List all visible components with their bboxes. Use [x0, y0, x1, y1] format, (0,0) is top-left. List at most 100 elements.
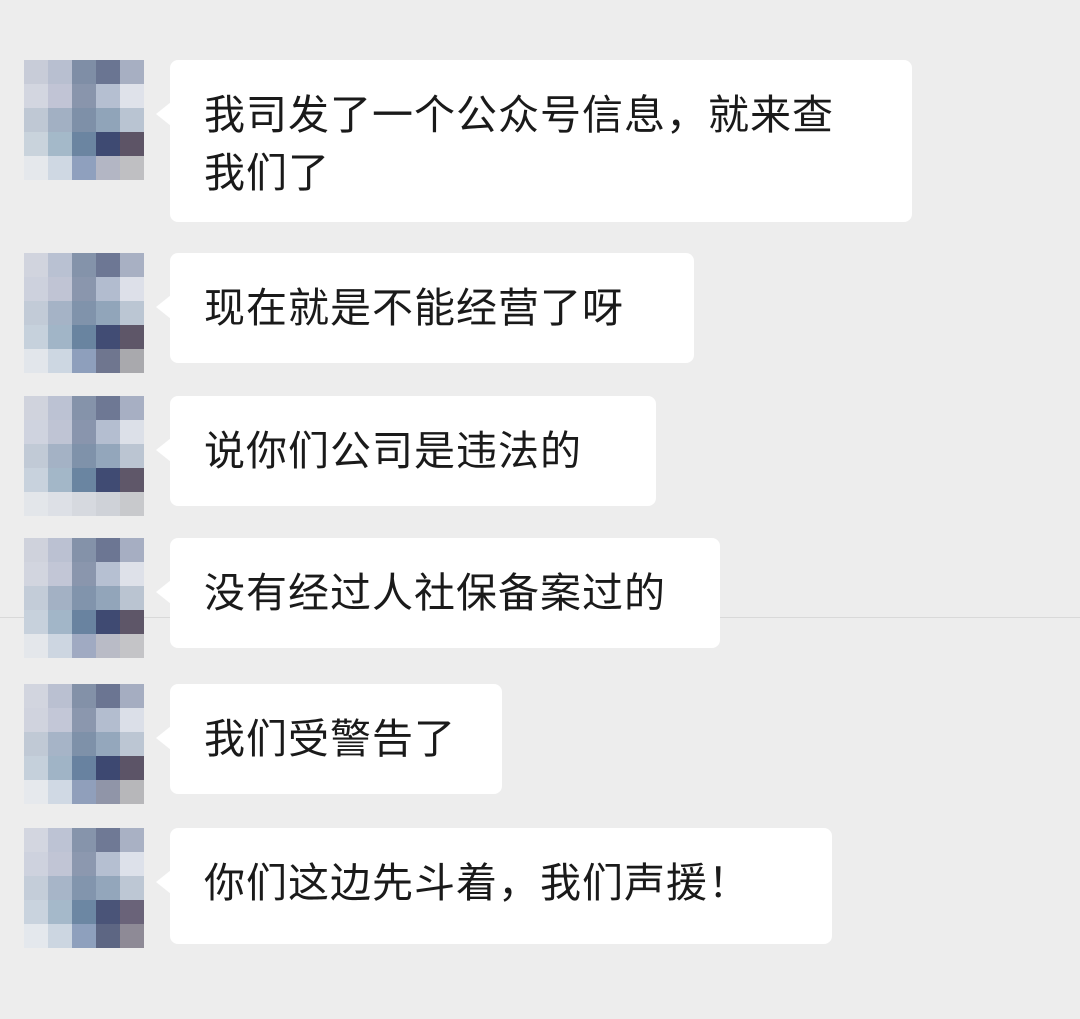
avatar-pixel [24, 420, 48, 444]
avatar-pixel [24, 538, 48, 562]
avatar-pixel [48, 468, 72, 492]
avatar-pixel [120, 708, 144, 732]
avatar-pixel [48, 420, 72, 444]
avatar-pixel [96, 634, 120, 658]
avatar-pixel [48, 108, 72, 132]
avatar-pixel [120, 108, 144, 132]
avatar-pixel [72, 277, 96, 301]
message-bubble[interactable]: 现在就是不能经营了呀 [156, 253, 694, 363]
avatar-pixel [96, 132, 120, 156]
avatar-pixel [48, 876, 72, 900]
avatar-pixel [72, 538, 96, 562]
avatar-pixel [96, 60, 120, 84]
avatar-pixel [24, 84, 48, 108]
message-bubble[interactable]: 没有经过人社保备案过的 [156, 538, 720, 648]
avatar-pixel [72, 708, 96, 732]
avatar-pixel [120, 396, 144, 420]
avatar-pixel [120, 349, 144, 373]
avatar-pixel [48, 492, 72, 516]
avatar[interactable] [24, 828, 144, 948]
avatar-pixel [24, 468, 48, 492]
avatar-pixel [120, 852, 144, 876]
avatar[interactable] [24, 253, 144, 373]
avatar-pixel [96, 301, 120, 325]
avatar-pixel [120, 586, 144, 610]
avatar-pixel [72, 325, 96, 349]
avatar-pixel [120, 634, 144, 658]
avatar-pixel [72, 492, 96, 516]
avatar-pixel [48, 325, 72, 349]
avatar-pixel [48, 538, 72, 562]
avatar-pixel [120, 444, 144, 468]
message-bubble[interactable]: 我司发了一个公众号信息，就来查 我们了 [156, 60, 912, 222]
avatar-pixel [24, 876, 48, 900]
avatar-pixel [72, 562, 96, 586]
avatar-pixel [96, 492, 120, 516]
avatar-pixel [120, 468, 144, 492]
avatar-pixel [48, 924, 72, 948]
avatar-pixel [96, 924, 120, 948]
avatar-pixel [120, 420, 144, 444]
avatar-pixel [72, 301, 96, 325]
message-bubble[interactable]: 说你们公司是违法的 [156, 396, 656, 506]
avatar-pixel [48, 349, 72, 373]
avatar-pixel [48, 634, 72, 658]
avatar-pixel [120, 732, 144, 756]
avatar-pixel [72, 780, 96, 804]
avatar-pixel [24, 492, 48, 516]
avatar-pixel [72, 108, 96, 132]
avatar-pixel [48, 852, 72, 876]
avatar-pixel [48, 277, 72, 301]
avatar[interactable] [24, 684, 144, 804]
avatar-pixel [48, 586, 72, 610]
avatar-pixel [24, 349, 48, 373]
avatar-pixel [48, 708, 72, 732]
avatar[interactable] [24, 538, 144, 658]
avatar-pixel [120, 156, 144, 180]
avatar-pixel [96, 684, 120, 708]
avatar-pixel [24, 325, 48, 349]
avatar-pixel [72, 828, 96, 852]
avatar-pixel [48, 444, 72, 468]
avatar-pixel [96, 444, 120, 468]
avatar-pixel [120, 84, 144, 108]
avatar-pixel [96, 610, 120, 634]
avatar-pixel [72, 396, 96, 420]
avatar-pixel [96, 852, 120, 876]
avatar-pixel [24, 852, 48, 876]
avatar-pixel [24, 828, 48, 852]
avatar-pixel [72, 684, 96, 708]
avatar-pixel [24, 301, 48, 325]
avatar-pixel [24, 924, 48, 948]
avatar-pixel [24, 684, 48, 708]
avatar-pixel [24, 900, 48, 924]
avatar-pixel [48, 828, 72, 852]
avatar-pixel [96, 253, 120, 277]
avatar[interactable] [24, 396, 144, 516]
avatar-pixel [72, 349, 96, 373]
avatar-pixel [120, 132, 144, 156]
avatar-pixel [48, 132, 72, 156]
avatar-pixel [72, 156, 96, 180]
avatar-pixel [72, 84, 96, 108]
avatar-pixel [48, 60, 72, 84]
avatar-pixel [72, 732, 96, 756]
avatar[interactable] [24, 60, 144, 180]
avatar-pixel [120, 828, 144, 852]
avatar-pixel [120, 538, 144, 562]
avatar-pixel [120, 756, 144, 780]
message-bubble[interactable]: 你们这边先斗着，我们声援！ [156, 828, 832, 944]
avatar-pixel [72, 253, 96, 277]
avatar-pixel [48, 610, 72, 634]
avatar-pixel [120, 277, 144, 301]
avatar-pixel [72, 756, 96, 780]
avatar-pixel [120, 253, 144, 277]
avatar-pixel [120, 924, 144, 948]
avatar-pixel [96, 156, 120, 180]
avatar-pixel [96, 468, 120, 492]
avatar-pixel [120, 60, 144, 84]
avatar-pixel [48, 301, 72, 325]
avatar-pixel [120, 562, 144, 586]
message-bubble[interactable]: 我们受警告了 [156, 684, 502, 794]
avatar-pixel [72, 876, 96, 900]
